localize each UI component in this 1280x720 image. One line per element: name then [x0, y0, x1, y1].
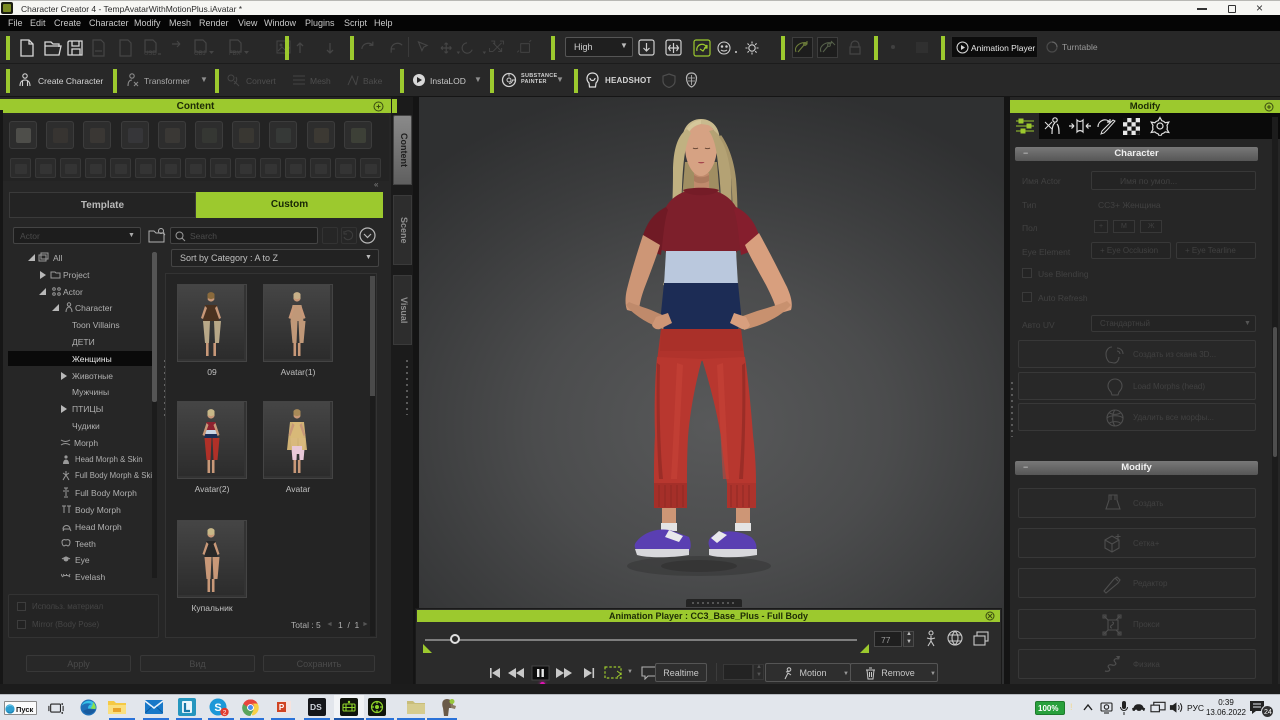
svg-text:2: 2 — [223, 710, 227, 717]
svg-text:P: P — [279, 703, 285, 712]
svg-text:OBJ: OBJ — [194, 51, 206, 57]
svg-text:FBX: FBX — [229, 51, 241, 57]
svg-text:USD: USD — [144, 51, 157, 57]
